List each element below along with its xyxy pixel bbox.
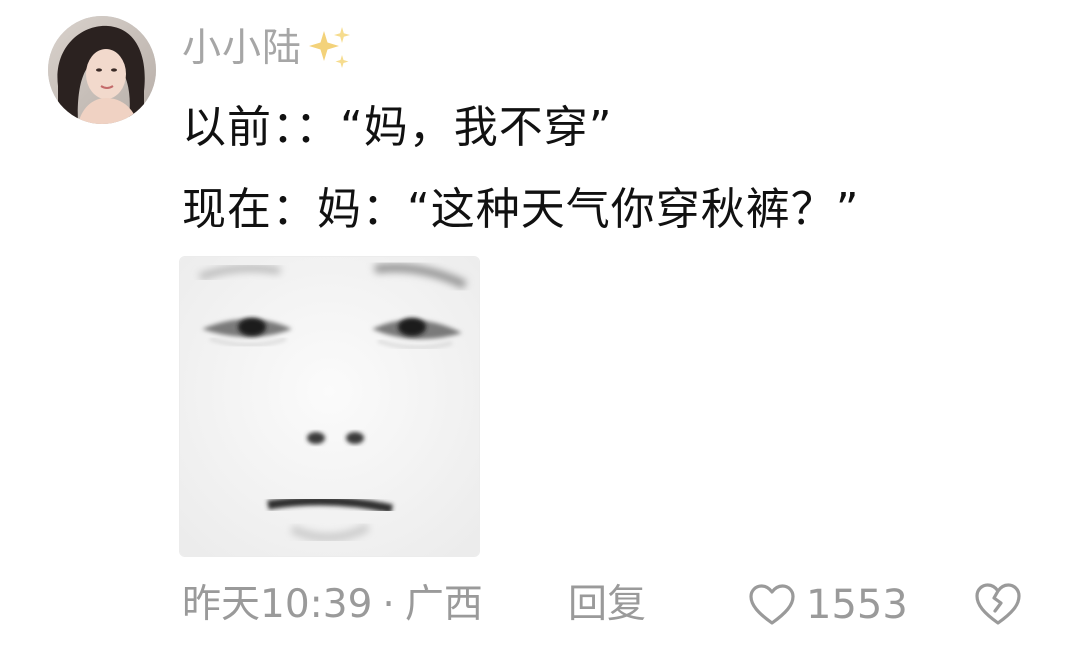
comment-text-line-2: 现在：妈：“这种天气你穿秋裤？” (182, 184, 860, 235)
broken-heart-icon[interactable] (974, 581, 1022, 627)
comment-text-line-1: 以前：：“妈，我不穿” (182, 102, 613, 153)
location: 广西 (404, 582, 483, 627)
comment-image[interactable] (179, 256, 480, 557)
heart-outline-icon (749, 584, 795, 625)
reply-button[interactable]: 回复 (568, 577, 646, 633)
username-row: 小小陆 (182, 22, 356, 76)
comment-item: 小小陆 以前：：“妈，我不穿” 现在：妈：“这种天气你穿秋裤？” 昨天10:39… (0, 0, 1080, 652)
meme-face-image (180, 257, 479, 556)
avatar-image (48, 16, 156, 124)
like-button[interactable]: 1553 (748, 577, 908, 633)
like-count: 1553 (806, 582, 908, 628)
avatar[interactable] (48, 16, 156, 124)
time-location: 昨天10:39 · 广西 (182, 577, 483, 633)
sparkles-icon (309, 27, 351, 68)
username[interactable]: 小小陆 (182, 22, 302, 76)
comment-footer: 昨天10:39 · 广西 回复 1553 (182, 577, 1042, 633)
timestamp: 昨天10:39 (182, 582, 373, 627)
separator: · (382, 582, 395, 627)
